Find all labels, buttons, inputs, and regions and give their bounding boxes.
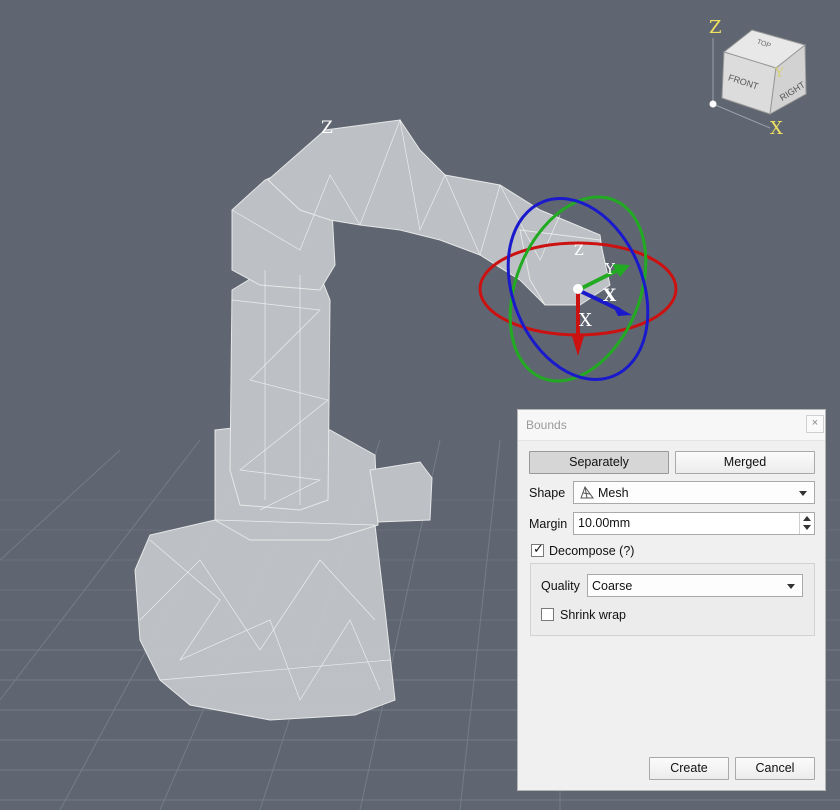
spin-down-icon[interactable] (803, 525, 811, 530)
create-button[interactable]: Create (649, 757, 729, 780)
decompose-options-group: Quality Coarse Shrink wrap (530, 563, 815, 636)
shape-value: Mesh (598, 486, 629, 500)
quality-select[interactable]: Coarse (587, 574, 803, 597)
viewcube-axis-x: X (770, 118, 783, 139)
decompose-checkbox[interactable]: ✓ (531, 542, 544, 557)
model-z-label: Z (321, 118, 333, 138)
viewcube-origin-dot (709, 100, 717, 108)
view-cube[interactable]: TOP FRONT RIGHT Z X Y (709, 17, 807, 139)
gizmo-label-z-top: Z (574, 243, 584, 259)
translate-arrow-red-head[interactable] (572, 336, 584, 356)
chevron-down-icon (787, 584, 795, 589)
close-button[interactable]: × (806, 415, 824, 433)
viewcube-axis-y: Y (774, 66, 784, 81)
shape-select[interactable]: Mesh (573, 481, 815, 504)
margin-label: Margin (529, 517, 568, 531)
shrink-wrap-label[interactable]: Shrink wrap (560, 608, 626, 622)
gizmo-center[interactable] (573, 284, 583, 294)
cancel-button[interactable]: Cancel (735, 757, 815, 780)
decompose-label[interactable]: Decompose (?) (549, 544, 634, 558)
gizmo-label-y-green: Y (604, 260, 616, 278)
separately-button[interactable]: Separately (529, 451, 669, 474)
chevron-down-icon (799, 491, 807, 496)
checkmark-icon: ✓ (533, 542, 544, 557)
close-icon: × (811, 417, 819, 429)
margin-input[interactable] (578, 516, 778, 530)
shape-label: Shape (529, 486, 566, 500)
margin-stepper[interactable] (799, 513, 814, 534)
margin-spinbox[interactable] (573, 512, 815, 535)
viewcube-axis-z: Z (709, 17, 722, 38)
mesh-icon (580, 486, 594, 499)
quality-label: Quality (541, 579, 580, 593)
merged-button[interactable]: Merged (675, 451, 815, 474)
gizmo-label-x-blue: X (603, 286, 617, 306)
spin-up-icon[interactable] (803, 516, 811, 521)
shrink-wrap-checkbox[interactable] (541, 608, 554, 621)
bounds-dialog: Bounds × Separately Merged Shape Mesh Ma… (517, 409, 826, 791)
quality-value: Coarse (592, 579, 633, 593)
dialog-titlebar[interactable]: Bounds × (518, 410, 825, 441)
gizmo-label-x-red: X (579, 310, 592, 331)
dialog-title: Bounds (526, 418, 567, 432)
